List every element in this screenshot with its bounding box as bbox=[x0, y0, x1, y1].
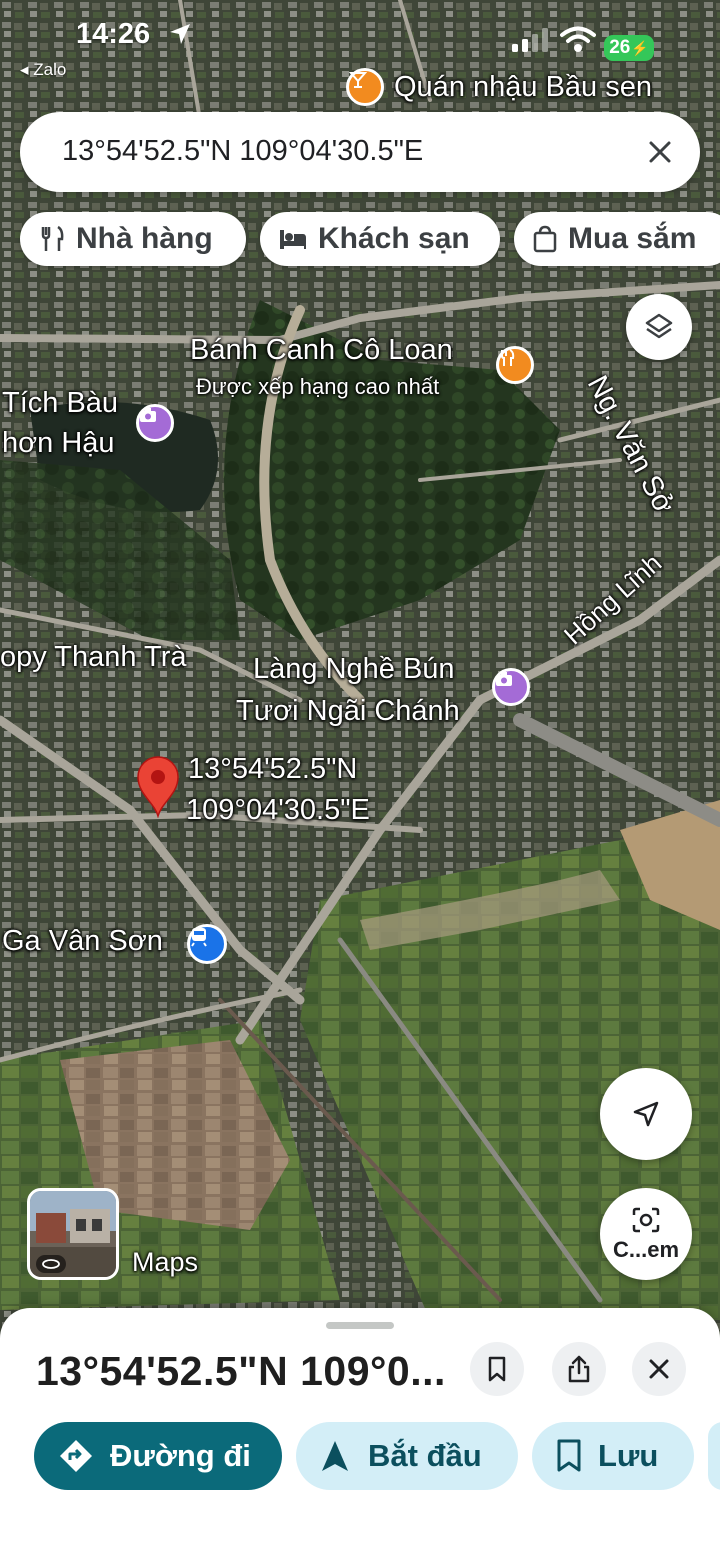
close-icon bbox=[649, 1359, 669, 1379]
rotate-360-icon bbox=[36, 1255, 66, 1273]
sheet-drag-handle[interactable] bbox=[326, 1322, 394, 1329]
status-bar: 14:26 ◂ Zalo 26 ⚡ bbox=[0, 0, 720, 90]
poi-label-tich-bau-1[interactable]: Tích Bàu bbox=[2, 386, 118, 421]
save-button[interactable]: Lưu bbox=[532, 1422, 694, 1490]
wifi-icon bbox=[560, 26, 596, 52]
chip-hotels[interactable]: Khách sạn bbox=[260, 212, 500, 266]
chip-label: Mua sắm bbox=[568, 222, 697, 255]
my-location-button[interactable] bbox=[600, 1068, 692, 1160]
directions-icon bbox=[60, 1440, 92, 1472]
save-label: Lưu bbox=[598, 1438, 659, 1473]
lens-camera-button[interactable]: C...em bbox=[600, 1188, 692, 1280]
chip-restaurants[interactable]: Nhà hàng bbox=[20, 212, 246, 266]
chip-label: Khách sạn bbox=[318, 222, 470, 255]
poi-label-thanh-tra[interactable]: opy Thanh Trà bbox=[0, 640, 186, 675]
restaurant-icon bbox=[38, 225, 66, 253]
restaurant-poi-icon[interactable] bbox=[496, 346, 534, 384]
share-icon bbox=[568, 1355, 590, 1383]
poi-label-lang-nghe-1[interactable]: Làng Nghề Bún bbox=[253, 652, 455, 687]
navigation-arrow-icon bbox=[633, 1101, 659, 1127]
start-navigation-button[interactable]: Bắt đầu bbox=[296, 1422, 518, 1490]
directions-label: Đường đi bbox=[110, 1438, 251, 1473]
close-sheet-button[interactable] bbox=[632, 1342, 686, 1396]
share-button[interactable] bbox=[552, 1342, 606, 1396]
location-services-icon bbox=[170, 24, 190, 44]
chip-shopping[interactable]: Mua sắm bbox=[514, 212, 720, 266]
street-view-thumbnail[interactable] bbox=[27, 1188, 119, 1280]
poi-label-lang-nghe-2[interactable]: Tươi Ngãi Chánh bbox=[236, 694, 460, 729]
lens-label: C...em bbox=[612, 1237, 680, 1262]
layers-button[interactable] bbox=[626, 294, 692, 360]
pin-label-lng: 109°04'30.5"E bbox=[186, 794, 370, 826]
clear-search-button[interactable] bbox=[638, 130, 682, 174]
battery-indicator: 26 ⚡ bbox=[604, 35, 654, 61]
poi-sublabel-top-rated: Được xếp hạng cao nhất bbox=[196, 374, 440, 399]
hotel-icon bbox=[278, 227, 308, 251]
camera-poi-icon[interactable] bbox=[136, 404, 174, 442]
location-pin-icon[interactable] bbox=[136, 756, 180, 818]
layers-icon bbox=[645, 313, 673, 339]
start-label: Bắt đầu bbox=[368, 1438, 482, 1473]
battery-level: 26 bbox=[609, 37, 631, 58]
navigation-icon bbox=[322, 1441, 348, 1471]
camera-poi-icon[interactable] bbox=[492, 668, 530, 706]
directions-button[interactable]: Đường đi bbox=[34, 1422, 282, 1490]
chip-label: Nhà hàng bbox=[76, 222, 213, 255]
close-icon bbox=[649, 141, 671, 163]
poi-label-banh-canh[interactable]: Bánh Canh Cô Loan bbox=[190, 333, 453, 368]
place-title: 13°54'52.5"N 109°0... bbox=[36, 1348, 446, 1394]
bookmark-icon bbox=[557, 1439, 581, 1472]
search-bar[interactable]: 13°54'52.5"N 109°04'30.5"E bbox=[20, 112, 700, 192]
shopping-bag-icon bbox=[532, 225, 558, 253]
lens-icon bbox=[632, 1207, 660, 1233]
more-actions-button[interactable] bbox=[708, 1422, 720, 1490]
pin-label-lat: 13°54'52.5"N bbox=[188, 753, 358, 785]
maps-watermark: Maps bbox=[132, 1247, 199, 1277]
clock: 14:26 bbox=[76, 18, 151, 50]
poi-label-tich-bau-2[interactable]: hơn Hậu bbox=[2, 426, 115, 461]
charging-bolt-icon: ⚡ bbox=[631, 39, 649, 56]
poi-label-ga-van-son[interactable]: Ga Vân Sơn bbox=[2, 924, 163, 959]
bookmark-icon bbox=[488, 1356, 506, 1382]
train-station-icon[interactable] bbox=[187, 924, 227, 964]
bookmark-button[interactable] bbox=[470, 1342, 524, 1396]
back-to-zalo-link[interactable]: ◂ Zalo bbox=[20, 60, 66, 80]
search-query[interactable]: 13°54'52.5"N 109°04'30.5"E bbox=[62, 135, 423, 168]
cellular-signal-icon bbox=[512, 28, 548, 52]
